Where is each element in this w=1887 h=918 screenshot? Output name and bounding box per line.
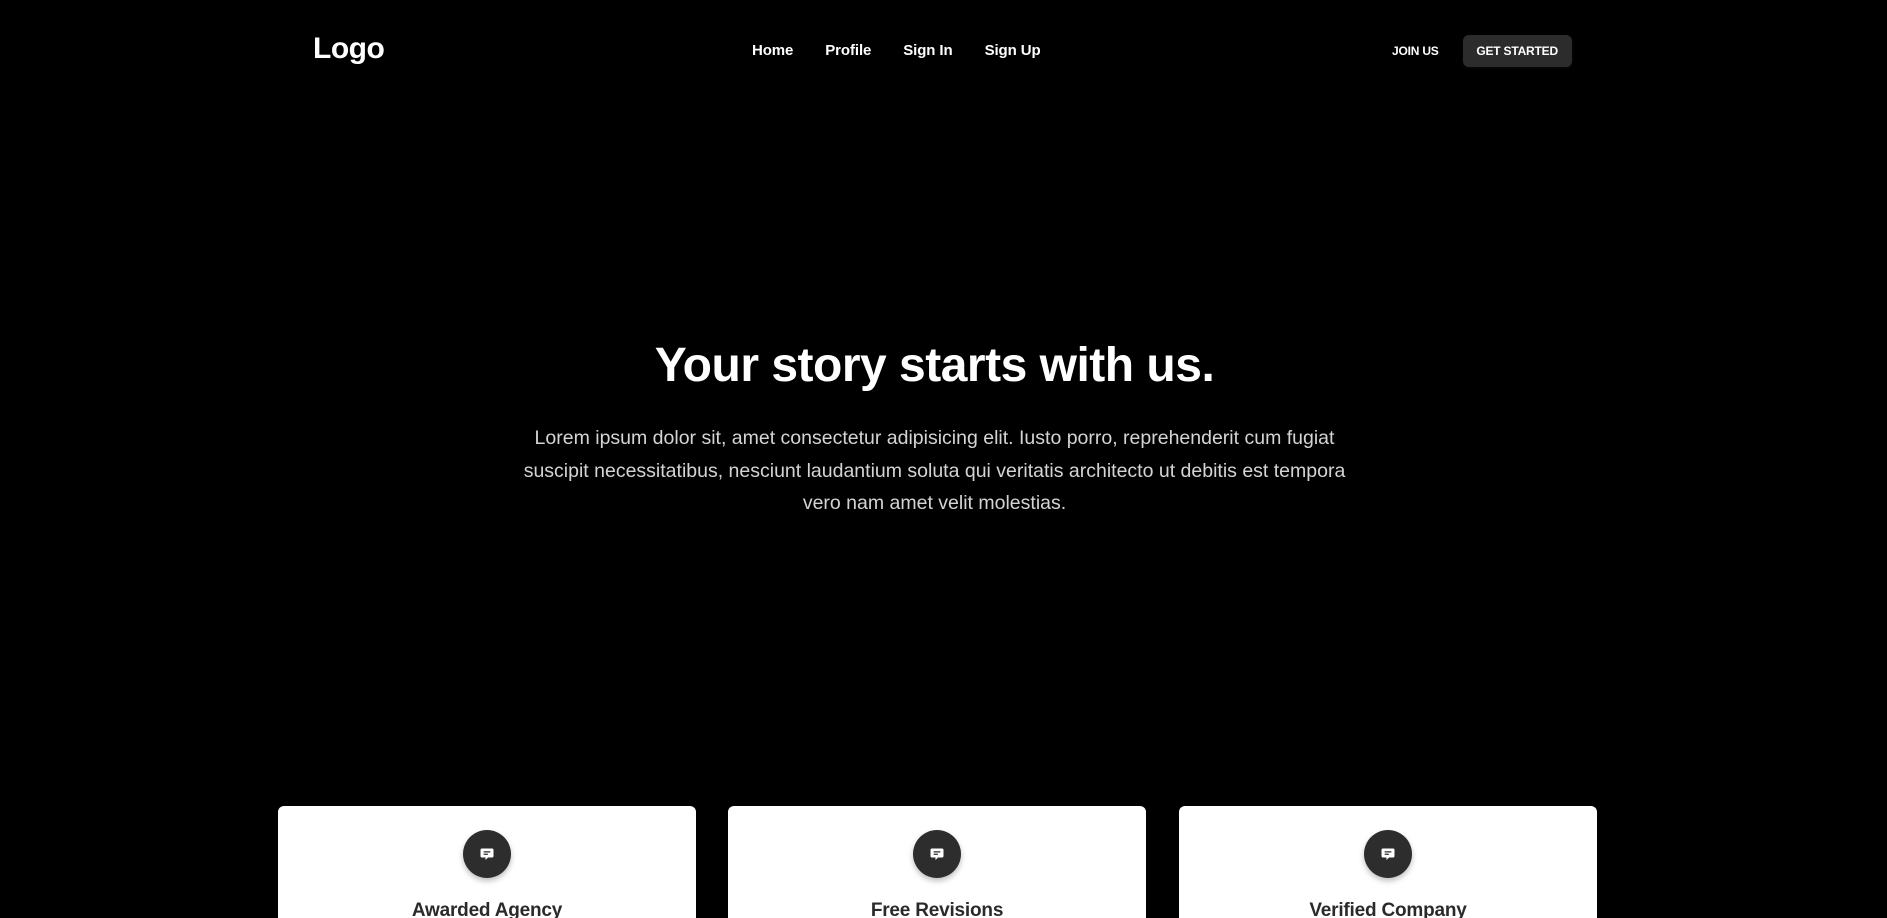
nav-link-sign-in[interactable]: Sign In	[903, 42, 952, 59]
chat-bubble-icon	[1364, 830, 1412, 878]
nav-links: Home Profile Sign In Sign Up	[752, 42, 1073, 59]
chat-bubble-icon	[463, 830, 511, 878]
nav-link-profile[interactable]: Profile	[825, 42, 871, 59]
join-us-button[interactable]: JOIN US	[1392, 44, 1439, 58]
feature-card-awarded-agency: Awarded Agency	[278, 806, 696, 918]
hero-section: Your story starts with us. Lorem ipsum d…	[0, 332, 1887, 520]
card-title: Awarded Agency	[411, 900, 563, 918]
nav-link-sign-up[interactable]: Sign Up	[985, 42, 1041, 59]
hero-title: Your story starts with us.	[654, 339, 1215, 392]
feature-card-verified-company: Verified Company	[1179, 806, 1597, 918]
logo[interactable]: Logo	[313, 32, 385, 66]
nav-actions: JOIN US GET STARTED	[1392, 35, 1572, 67]
card-title: Verified Company	[1309, 900, 1467, 918]
hero-description: Lorem ipsum dolor sit, amet consectetur …	[523, 427, 1346, 514]
card-title: Free Revisions	[870, 900, 1004, 918]
landing-page: Logo Home Profile Sign In Sign Up JOIN U…	[0, 0, 1887, 918]
feature-card-free-revisions: Free Revisions	[728, 806, 1146, 918]
get-started-button[interactable]: GET STARTED	[1462, 35, 1572, 67]
chat-bubble-icon	[913, 830, 961, 878]
nav-link-home[interactable]: Home	[752, 42, 793, 59]
navbar: Logo Home Profile Sign In Sign Up JOIN U…	[0, 0, 1887, 102]
